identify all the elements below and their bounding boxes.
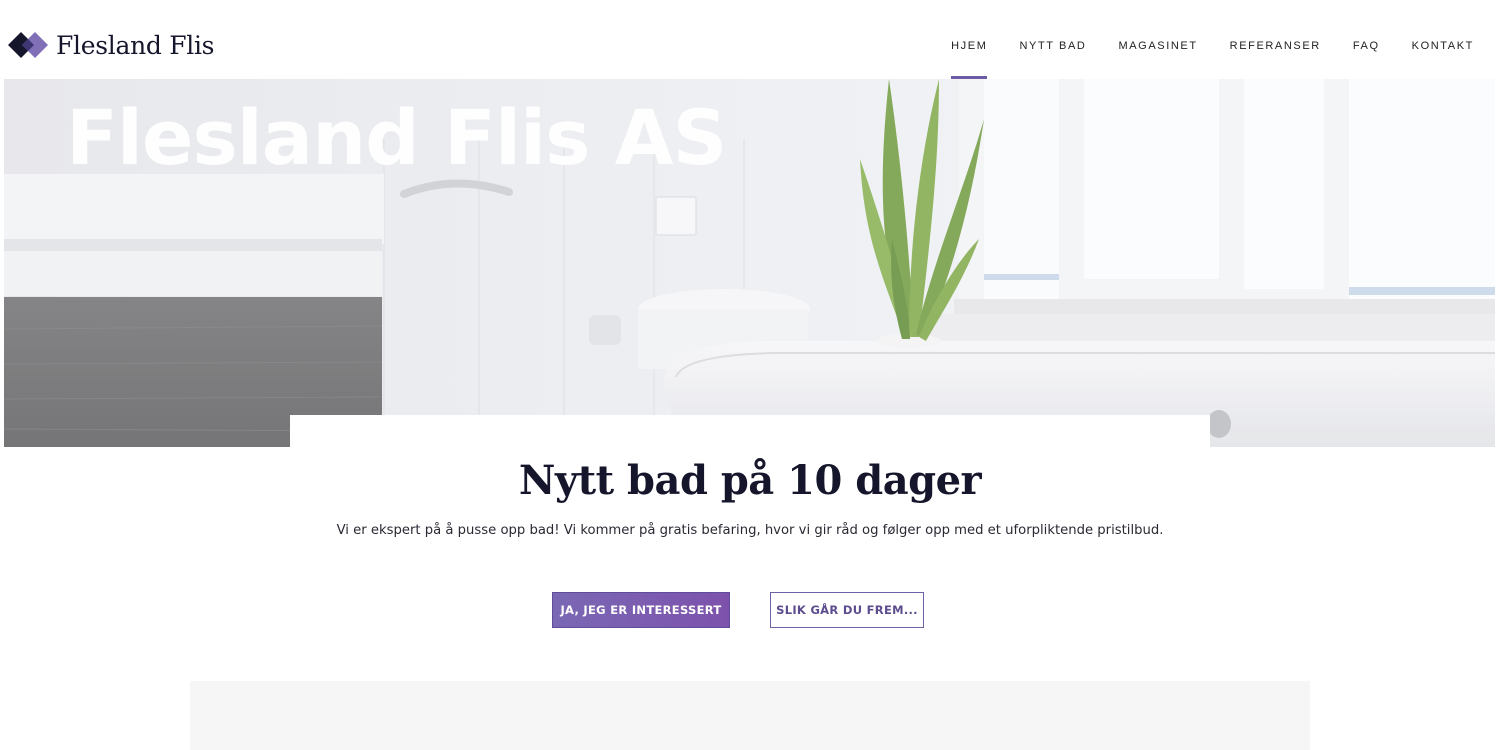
- intro-headline: Nytt bad på 10 dager: [518, 457, 982, 504]
- nav-item-faq[interactable]: FAQ: [1353, 0, 1380, 79]
- hero-banner: Flesland Flis AS: [4, 79, 1495, 447]
- interested-button[interactable]: JA, JEG ER INTERESSERT: [552, 592, 730, 628]
- nav-item-referanser[interactable]: REFERANSER: [1230, 0, 1321, 79]
- nav-item-nytt-bad[interactable]: NYTT BAD: [1019, 0, 1086, 79]
- logo[interactable]: Flesland Flis: [8, 30, 214, 60]
- diamond-logo-icon: [8, 30, 48, 60]
- site-header: Flesland Flis HJEM NYTT BAD MAGASINET RE…: [0, 0, 1500, 79]
- intro-card: Nytt bad på 10 dager Vi er ekspert på å …: [290, 415, 1210, 675]
- content-section-placeholder: [190, 681, 1310, 750]
- how-to-proceed-button[interactable]: SLIK GÅR DU FREM...: [770, 592, 924, 628]
- nav-item-magasinet[interactable]: MAGASINET: [1118, 0, 1197, 79]
- hero-title: Flesland Flis AS: [66, 93, 727, 182]
- nav-item-kontakt[interactable]: KONTAKT: [1412, 0, 1474, 79]
- nav-item-hjem[interactable]: HJEM: [951, 0, 988, 79]
- logo-text: Flesland Flis: [56, 30, 215, 60]
- main-nav: HJEM NYTT BAD MAGASINET REFERANSER FAQ K…: [951, 0, 1474, 79]
- intro-lede: Vi er ekspert på å pusse opp bad! Vi kom…: [336, 523, 1164, 538]
